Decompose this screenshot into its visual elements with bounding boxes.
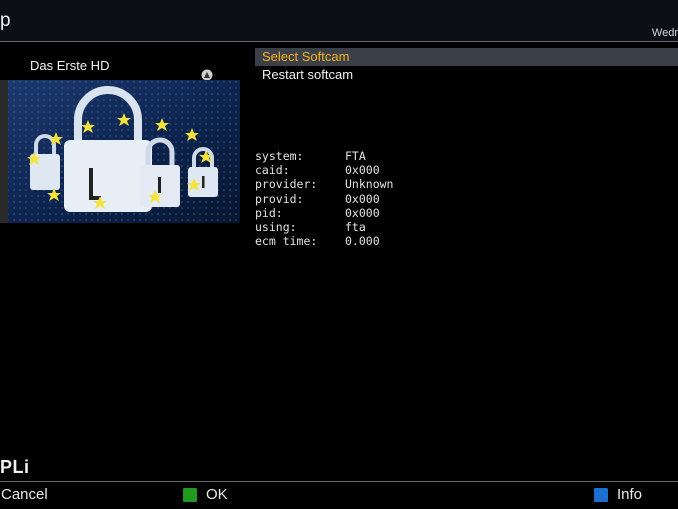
- green-key-icon: [183, 487, 197, 502]
- info-row-pid: pid: 0x000: [255, 206, 393, 220]
- cancel-button[interactable]: Cancel: [1, 486, 48, 503]
- info-key: using:: [255, 219, 297, 234]
- info-value: 0x000: [345, 163, 380, 178]
- date-clock: Wedr: [651, 27, 678, 39]
- screen-title: p: [0, 10, 11, 31]
- info-row-using: using: fta: [255, 220, 393, 234]
- info-value: fta: [345, 219, 366, 234]
- brand-logo: PLi: [0, 457, 30, 477]
- title-bar: p Wedr: [0, 0, 678, 42]
- info-key: ecm time:: [255, 234, 318, 249]
- info-row-caid: caid: 0x000: [255, 163, 393, 177]
- info-value: 0.000: [345, 234, 380, 249]
- picture-in-picture-video: [0, 80, 240, 223]
- info-row-system: system: FTA: [255, 149, 393, 163]
- info-value: FTA: [345, 149, 366, 163]
- info-row-ecm-time: ecm time: 0.000: [255, 234, 393, 248]
- menu-item-select-softcam[interactable]: Select Softcam: [255, 48, 678, 66]
- header-divider: [0, 41, 678, 42]
- button-bar: Cancel OK Info: [0, 482, 678, 509]
- ok-label: OK: [206, 486, 228, 503]
- info-key: pid:: [255, 205, 283, 220]
- info-row-provid: provid: 0x000: [255, 192, 393, 206]
- info-value: 0x000: [345, 205, 380, 220]
- channel-name: Das Erste HD: [30, 58, 110, 73]
- menu-item-restart-softcam[interactable]: Restart softcam: [255, 66, 678, 84]
- ecm-info-table: system: FTA caid: 0x000 provider: Unknown p…: [255, 149, 393, 248]
- info-button[interactable]: Info: [594, 486, 642, 503]
- info-value: 0x000: [345, 191, 380, 206]
- blue-key-icon: [594, 487, 608, 502]
- video-frame-locks-image: [0, 80, 240, 223]
- info-value: Unknown: [345, 177, 394, 192]
- softcam-menu: Select Softcam Restart softcam: [255, 48, 678, 84]
- info-key: provider:: [255, 177, 318, 192]
- info-key: system:: [255, 149, 304, 163]
- info-row-provider: provider: Unknown: [255, 177, 393, 191]
- info-label: Info: [617, 486, 643, 503]
- info-key: provid:: [255, 191, 304, 206]
- ok-button[interactable]: OK: [183, 486, 228, 503]
- info-key: caid:: [255, 163, 290, 178]
